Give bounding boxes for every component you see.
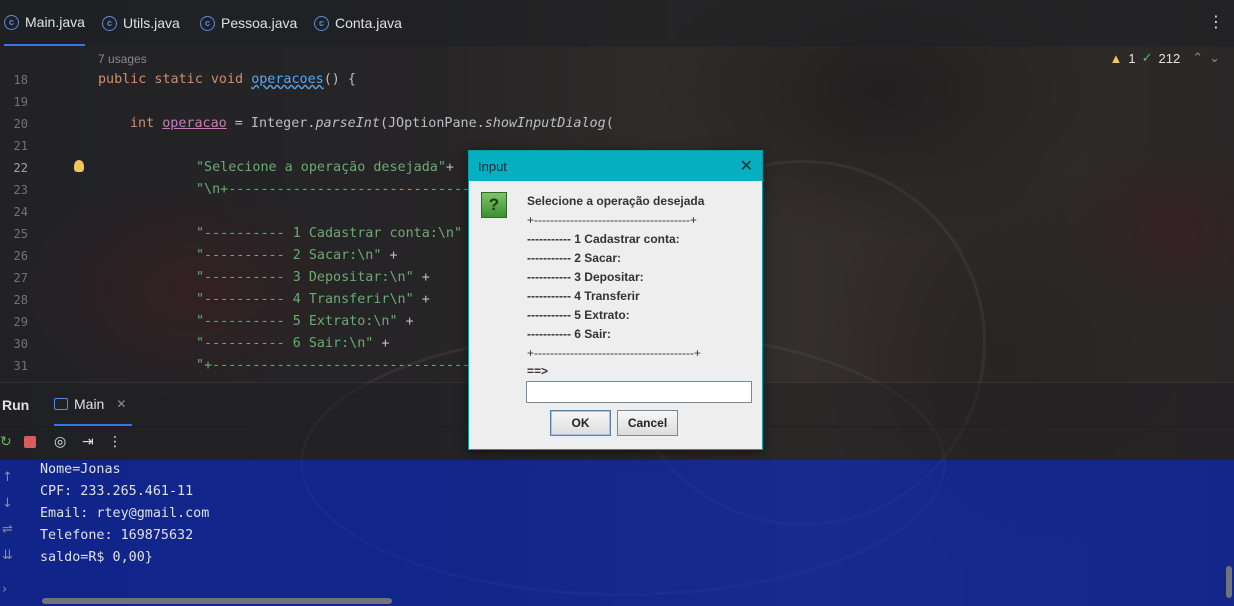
dialog-message-line: ----------- 4 Transferir (527, 289, 640, 303)
java-class-icon: c (4, 14, 19, 30)
run-config-icon (54, 397, 68, 410)
lightbulb-icon[interactable] (74, 160, 84, 172)
soft-wrap-icon[interactable]: ⇌ (2, 522, 13, 537)
tab-label: Utils.java (123, 15, 180, 31)
line-number: 19 (13, 95, 28, 109)
input-dialog: Input ✕ ? Selecione a operação desejada … (468, 150, 763, 450)
tab-conta-java[interactable]: c Conta.java (314, 0, 402, 46)
code-line: "+------------------------------------ (196, 358, 503, 373)
expand-icon[interactable]: › (2, 582, 7, 597)
code-line: "---------- 5 Extrato:\n" + (196, 314, 414, 329)
code-line: "---------- 3 Depositar:\n" + (196, 270, 430, 285)
line-number: 21 (13, 139, 28, 153)
dialog-message-line: +---------------------------------------… (527, 346, 701, 360)
line-number: 29 (13, 315, 28, 329)
dialog-message-line: +---------------------------------------… (527, 213, 697, 227)
question-icon: ? (481, 192, 507, 218)
code-line: int operacao = Integer.parseInt(JOptionP… (130, 116, 614, 131)
tab-main-java[interactable]: c Main.java (4, 0, 85, 46)
console-line: CPF: 233.265.461-11 (40, 484, 194, 499)
dialog-message-line: Selecione a operação desejada (527, 194, 705, 208)
run-tool-window-title: Run (2, 397, 30, 413)
dialog-title-bar[interactable]: Input ✕ (469, 151, 762, 181)
tab-label: Main.java (25, 14, 85, 30)
line-number: 31 (13, 359, 28, 373)
warning-count: 1 (1128, 50, 1136, 66)
line-number: 23 (13, 183, 28, 197)
tab-pessoa-java[interactable]: c Pessoa.java (200, 0, 297, 46)
console-line: Telefone: 169875632 (40, 528, 194, 543)
code-line: "Selecione a operação desejada"+ (196, 160, 454, 175)
dialog-message-line: ----------- 3 Depositar: (527, 270, 644, 284)
code-line: public static void operacoes() { (98, 72, 356, 87)
dialog-message-line: ----------- 2 Sacar: (527, 251, 621, 265)
dialog-input-field[interactable] (526, 381, 752, 403)
line-number: 28 (13, 293, 28, 307)
dialog-message-line: ----------- 6 Sair: (527, 327, 611, 341)
line-number: 30 (13, 337, 28, 351)
stop-icon[interactable] (24, 436, 36, 448)
exit-icon[interactable]: ⇥ (82, 434, 94, 450)
close-icon[interactable]: ✕ (116, 397, 126, 411)
cancel-button[interactable]: Cancel (617, 410, 678, 436)
line-number: 26 (13, 249, 28, 263)
java-class-icon: c (314, 15, 329, 31)
chevron-down-icon[interactable]: ⌄ (1209, 50, 1220, 66)
tab-label: Conta.java (335, 15, 402, 31)
vertical-scrollbar[interactable] (1226, 566, 1232, 598)
dialog-message-line: ----------- 1 Cadastrar conta: (527, 232, 680, 246)
console-line: Email: rtey@gmail.com (40, 506, 210, 521)
run-tab-main[interactable]: Main ✕ (54, 383, 133, 426)
ok-button[interactable]: OK (550, 410, 611, 436)
console-output[interactable]: ↑ ↓ ⇌ ⇊ › Nome=Jonas CPF: 233.265.461-11… (0, 460, 1234, 606)
line-number: 24 (13, 205, 28, 219)
line-number: 22 (13, 161, 28, 175)
more-options-icon[interactable]: ⋮ (1208, 12, 1224, 31)
line-number: 25 (13, 227, 28, 241)
code-line: "---------- 2 Sacar:\n" + (196, 248, 398, 263)
inspection-widget[interactable]: ▲ 1 ✓ 212 ⌃ ⌄ (1109, 50, 1220, 66)
horizontal-scrollbar[interactable] (42, 598, 392, 604)
scroll-down-icon[interactable]: ↓ (2, 496, 13, 511)
dialog-message-line: ==> (527, 364, 549, 378)
warning-icon: ▲ (1109, 50, 1123, 66)
camera-icon[interactable]: ◎ (54, 434, 66, 450)
code-line: "---------- 4 Transferir\n" + (196, 292, 430, 307)
code-line: "---------- 1 Cadastrar conta:\n" (196, 226, 463, 241)
scroll-up-icon[interactable]: ↑ (2, 470, 13, 485)
chevron-up-icon[interactable]: ⌃ (1192, 50, 1203, 66)
check-count: 212 (1158, 50, 1181, 66)
run-tab-label: Main (74, 395, 105, 412)
check-icon: ✓ (1141, 50, 1153, 65)
java-class-icon: c (102, 15, 117, 31)
console-line: saldo=R$ 0,00} (40, 550, 153, 565)
usages-hint[interactable]: 7 usages (98, 52, 147, 66)
code-line: "---------- 6 Sair:\n" + (196, 336, 390, 351)
line-number: 18 (13, 73, 28, 87)
rerun-icon[interactable]: ↻ (0, 434, 12, 450)
java-class-icon: c (200, 15, 215, 31)
close-icon[interactable]: ✕ (740, 156, 753, 175)
line-number: 20 (13, 117, 28, 131)
dialog-message-line: ----------- 5 Extrato: (527, 308, 630, 322)
dialog-title: Input (478, 159, 507, 174)
tab-label: Pessoa.java (221, 15, 298, 31)
line-number: 27 (13, 271, 28, 285)
console-line: Nome=Jonas (40, 462, 121, 477)
tab-utils-java[interactable]: c Utils.java (102, 0, 180, 46)
more-options-icon[interactable]: ⋮ (108, 434, 122, 450)
editor-tab-bar: c Main.java c Utils.java c Pessoa.java c… (0, 0, 1234, 47)
scroll-to-end-icon[interactable]: ⇊ (2, 548, 13, 563)
